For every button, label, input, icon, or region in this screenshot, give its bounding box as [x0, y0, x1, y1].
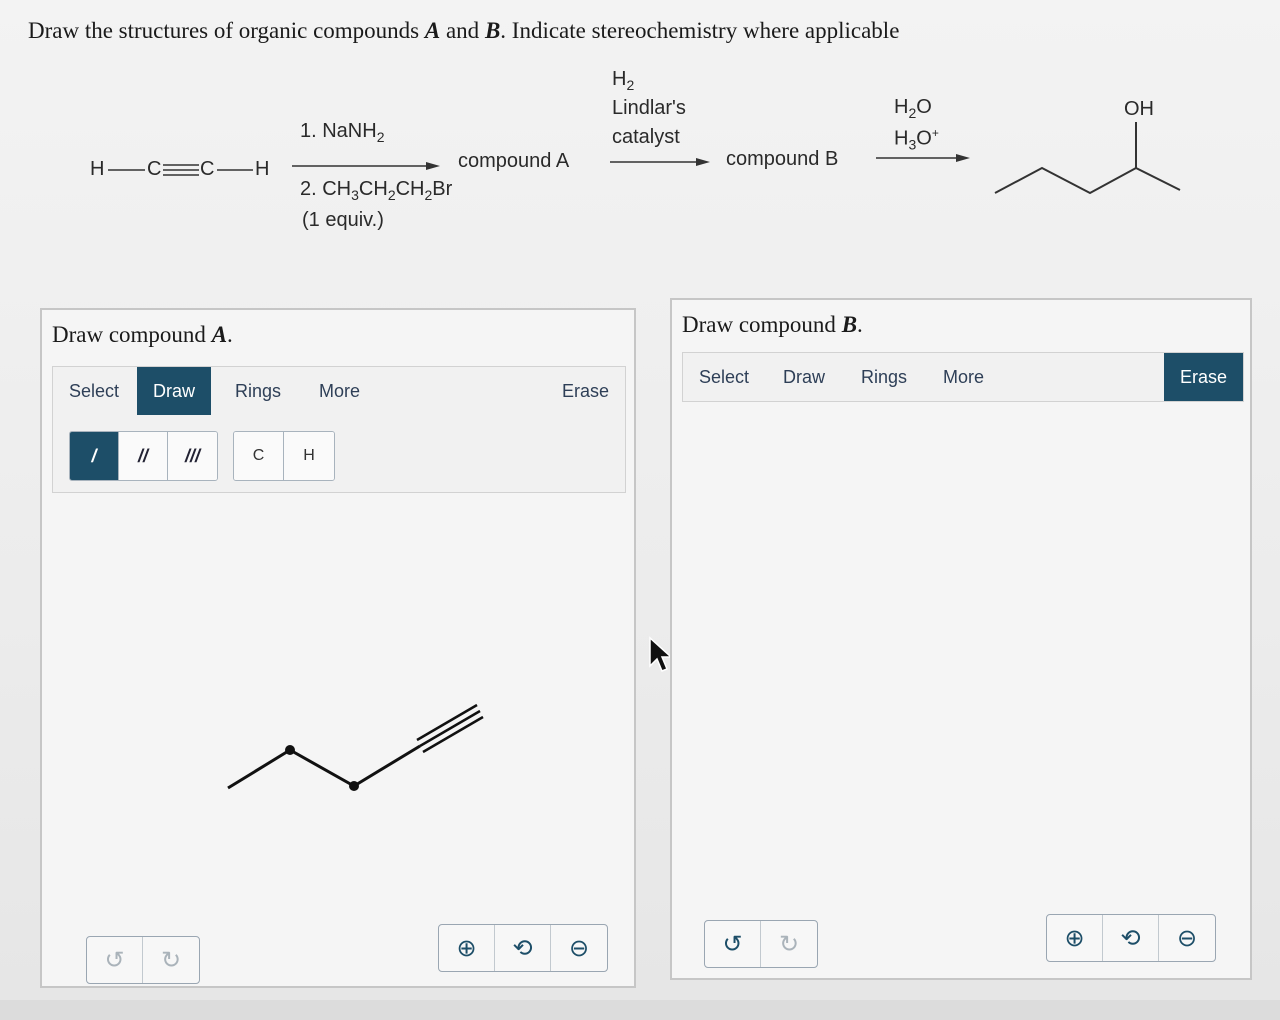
arrow-2-head	[696, 158, 710, 166]
zoom-reset-icon[interactable]: ⟲	[1103, 915, 1159, 961]
drawn-atom-node	[349, 781, 359, 791]
panel-a-erase-button[interactable]: Erase	[546, 367, 625, 415]
double-bond-button[interactable]: //	[119, 432, 168, 480]
zoom-in-icon[interactable]: ⊕	[439, 925, 495, 971]
drawn-chain	[227, 744, 421, 790]
zoom-out-icon[interactable]: ⊖	[551, 925, 607, 971]
product-skeleton	[994, 166, 1181, 195]
zoom-in-icon[interactable]: ⊕	[1047, 915, 1103, 961]
hydrogen-atom-button[interactable]: H	[284, 432, 334, 480]
atom-button-group: C H	[233, 431, 335, 481]
redo-icon[interactable]: ↻	[761, 921, 817, 967]
panel-a-title: Draw compound A.	[52, 322, 233, 347]
panel-b-drawing-canvas[interactable]	[682, 404, 1244, 904]
drawn-triple-bond-3	[422, 715, 484, 754]
panel-a-zoom-controls: ⊕ ⟲ ⊖	[438, 924, 608, 972]
panel-b-undo-redo: ↺ ↻	[704, 920, 818, 968]
step3-acid: H3O+	[894, 126, 939, 153]
product-oh-label: OH	[1124, 98, 1154, 120]
arrow-1-head	[426, 162, 440, 170]
step3-water: H2O	[894, 96, 932, 121]
panel-compound-a: Draw compound A. Select Draw Rings More …	[40, 308, 636, 988]
arrow-3-head	[956, 154, 970, 162]
reaction-lines	[108, 122, 1181, 195]
drawn-triple-bond-1	[419, 709, 481, 748]
page: Draw the structures of organic compounds…	[0, 0, 1280, 1000]
mouse-cursor-icon	[649, 636, 672, 672]
single-bond-button[interactable]: /	[70, 432, 119, 480]
question-and: and	[440, 18, 485, 43]
panel-a-tab-draw[interactable]: Draw	[137, 367, 212, 415]
question-compound-b: B	[484, 18, 501, 43]
panel-b-tab-more[interactable]: More	[927, 353, 1000, 401]
panel-b-tab-select[interactable]: Select	[683, 353, 765, 401]
panel-b-tabbar: Select Draw Rings More Erase	[682, 352, 1244, 402]
step1-equiv: (1 equiv.)	[302, 209, 384, 231]
question-suffix: . Indicate stereochemistry where applica…	[500, 18, 900, 43]
panel-b-tab-rings[interactable]: Rings	[845, 353, 923, 401]
step1-reagent1: 1. NaNH2	[300, 120, 385, 145]
undo-icon[interactable]: ↺	[87, 937, 143, 983]
panel-a-drawing-canvas[interactable]	[52, 496, 626, 916]
triple-bond-button[interactable]: ///	[168, 432, 217, 480]
step2-lindlar: Lindlar's	[612, 97, 686, 119]
drawn-atom-node	[285, 745, 295, 755]
question-compound-a: A	[424, 18, 441, 43]
zoom-out-icon[interactable]: ⊖	[1159, 915, 1215, 961]
redo-icon[interactable]: ↻	[143, 937, 199, 983]
question-text: Draw the structures of organic compounds…	[28, 18, 899, 44]
panel-b-title: Draw compound B.	[682, 312, 863, 337]
question-prefix: Draw the structures of organic compounds	[28, 18, 425, 43]
compound-a-label: compound A	[458, 150, 570, 172]
step2-catalyst: catalyst	[612, 126, 680, 148]
bond-button-group: / // ///	[69, 431, 218, 481]
panel-a-tab-rings[interactable]: Rings	[219, 367, 297, 415]
panel-a-draw-tools: / // /// C H	[52, 415, 626, 493]
compound-b-label: compound B	[726, 148, 839, 170]
panel-a-undo-redo: ↺ ↻	[86, 936, 200, 984]
drawn-triple-bond-2	[416, 703, 478, 742]
zoom-reset-icon[interactable]: ⟲	[495, 925, 551, 971]
undo-icon[interactable]: ↺	[705, 921, 761, 967]
panel-b-erase-button[interactable]: Erase	[1163, 353, 1243, 401]
panel-b-tab-draw[interactable]: Draw	[767, 353, 841, 401]
panel-b-zoom-controls: ⊕ ⟲ ⊖	[1046, 914, 1216, 962]
panel-a-tabbar: Select Draw Rings More Erase	[52, 366, 626, 416]
panel-compound-b: Draw compound B. Select Draw Rings More …	[670, 298, 1252, 980]
reaction-scheme: H C C H 1. NaNH2 2. CH3CH2CH2Br (1 equiv…	[0, 60, 1280, 260]
panel-a-tab-select[interactable]: Select	[53, 367, 135, 415]
carbon-atom-button[interactable]: C	[234, 432, 284, 480]
step1-reagent2: 2. CH3CH2CH2Br	[300, 178, 453, 203]
panel-a-tab-more[interactable]: More	[303, 367, 376, 415]
step2-h2: H2	[612, 68, 635, 93]
